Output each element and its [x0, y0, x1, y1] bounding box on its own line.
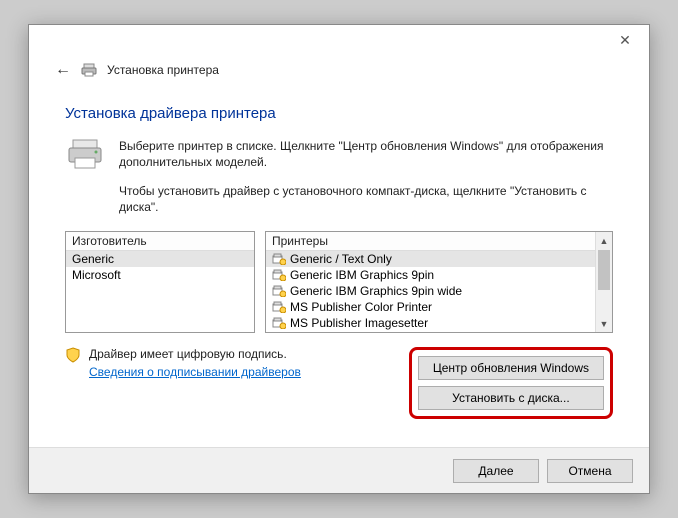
manufacturer-item[interactable]: Generic	[66, 251, 254, 267]
main-heading: Установка драйвера принтера	[65, 105, 613, 122]
shield-icon	[65, 347, 81, 363]
printer-item-label: MS Publisher Imagesetter	[290, 316, 428, 330]
back-arrow-icon[interactable]: ←	[55, 61, 71, 79]
printer-item[interactable]: Generic IBM Graphics 9pin wide	[266, 283, 595, 299]
printer-item[interactable]: MS Publisher Imagesetter	[266, 315, 595, 331]
close-icon[interactable]: ✕	[605, 27, 645, 53]
signature-text: Драйвер имеет цифровую подпись.	[89, 347, 301, 361]
scrollbar[interactable]: ▲ ▼	[595, 232, 612, 332]
scroll-down-icon[interactable]: ▼	[596, 315, 612, 332]
title-bar: ✕	[29, 25, 649, 55]
description-row: Выберите принтер в списке. Щелкните "Цен…	[65, 138, 613, 173]
dialog-window: ✕ ← Установка принтера Установка драйвер…	[28, 24, 650, 494]
header: ← Установка принтера	[29, 55, 649, 87]
windows-update-button[interactable]: Центр обновления Windows	[418, 356, 604, 380]
manufacturer-header: Изготовитель	[66, 232, 254, 251]
description-2: Чтобы установить драйвер с установочного…	[119, 183, 613, 215]
printers-header: Принтеры	[266, 232, 612, 251]
printer-item-label: Generic IBM Graphics 9pin	[290, 268, 434, 282]
highlighted-buttons: Центр обновления Windows Установить с ди…	[409, 347, 613, 419]
printer-item[interactable]: Generic / Text Only	[266, 251, 595, 267]
signed-driver-icon	[272, 253, 286, 265]
printer-icon	[81, 63, 97, 77]
content-area: Установка драйвера принтера Выберите при…	[29, 87, 649, 419]
printer-large-icon	[65, 138, 105, 173]
signed-driver-icon	[272, 269, 286, 281]
printer-item-label: MS Publisher Color Printer	[290, 300, 432, 314]
cancel-button[interactable]: Отмена	[547, 459, 633, 483]
footer: Далее Отмена	[29, 447, 649, 493]
signed-driver-icon	[272, 301, 286, 313]
page-title: Установка принтера	[107, 63, 219, 77]
printer-item-label: Generic / Text Only	[290, 252, 392, 266]
lists-container: Изготовитель GenericMicrosoft Принтеры G…	[65, 231, 613, 333]
have-disk-button[interactable]: Установить с диска...	[418, 386, 604, 410]
printer-item[interactable]: Generic IBM Graphics 9pin	[266, 267, 595, 283]
signed-driver-icon	[272, 285, 286, 297]
signature-row: Драйвер имеет цифровую подпись. Сведения…	[65, 347, 613, 419]
manufacturer-listbox[interactable]: Изготовитель GenericMicrosoft	[65, 231, 255, 333]
signature-link[interactable]: Сведения о подписывании драйверов	[89, 365, 301, 379]
printers-listbox[interactable]: Принтеры Generic / Text Only Generic IBM …	[265, 231, 613, 333]
printer-item-label: Generic IBM Graphics 9pin wide	[290, 284, 462, 298]
manufacturer-item[interactable]: Microsoft	[66, 267, 254, 283]
signed-driver-icon	[272, 317, 286, 329]
scroll-thumb[interactable]	[598, 250, 610, 290]
scroll-up-icon[interactable]: ▲	[596, 232, 612, 249]
description-1: Выберите принтер в списке. Щелкните "Цен…	[119, 138, 613, 173]
next-button[interactable]: Далее	[453, 459, 539, 483]
signature-info: Драйвер имеет цифровую подпись. Сведения…	[65, 347, 401, 379]
printer-item[interactable]: MS Publisher Color Printer	[266, 299, 595, 315]
